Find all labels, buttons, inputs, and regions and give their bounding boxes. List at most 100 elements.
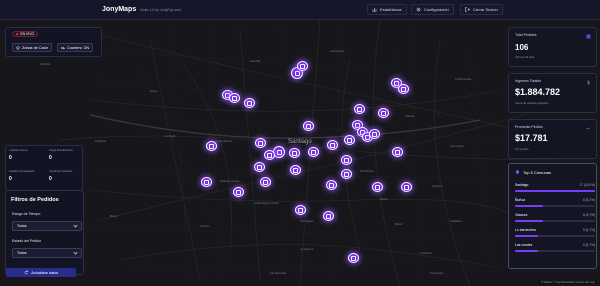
trend-up-icon bbox=[586, 127, 591, 130]
top5-row-value: 6 (5,7%) bbox=[582, 198, 595, 202]
top5-title: Top 5 Comunas bbox=[523, 170, 552, 175]
order-marker[interactable] bbox=[372, 182, 383, 192]
filters-panel: Filtros de Pedidos Rango de Tiempo Todos… bbox=[5, 190, 84, 275]
top-bar: JonyMaps Nuke 1.0 by JonyPop.com bbox=[0, 0, 600, 20]
heat-zones-button[interactable]: Zonas de Calor bbox=[12, 43, 52, 52]
stat-checkouts-started: Checkouts Iniciados 0 bbox=[49, 170, 85, 182]
nav-statistics-button[interactable]: Estadísticas bbox=[367, 4, 407, 15]
brand-subtitle: Nuke 1.0 by JonyPop.com bbox=[140, 7, 182, 12]
order-marker[interactable] bbox=[303, 121, 314, 131]
gear-icon bbox=[416, 7, 421, 12]
live-badge-label: EN VIVO bbox=[20, 32, 35, 36]
nav-logout-button[interactable]: Cerrar Sesión bbox=[460, 4, 503, 15]
nav-label: Cerrar Sesión bbox=[473, 7, 498, 12]
map-place-label: La Cisterna bbox=[300, 248, 314, 251]
order-marker[interactable] bbox=[401, 182, 412, 192]
truck-icon bbox=[61, 46, 65, 49]
map-place-label: Cerrillos bbox=[200, 225, 210, 228]
top5-row-bar bbox=[515, 190, 595, 192]
map-place-label: Renca bbox=[150, 90, 158, 93]
order-marker[interactable] bbox=[354, 104, 365, 114]
top5-row-bar-fill bbox=[515, 220, 543, 222]
status-select-value: Todos bbox=[17, 251, 27, 255]
order-marker[interactable] bbox=[289, 148, 300, 158]
stat-value: 0 bbox=[49, 155, 52, 161]
stat-value: 0 bbox=[9, 176, 12, 182]
order-marker[interactable] bbox=[295, 205, 306, 215]
nav-label: Estadísticas bbox=[380, 7, 402, 12]
order-marker[interactable] bbox=[255, 138, 266, 148]
order-marker[interactable] bbox=[233, 187, 244, 197]
card-title: Promedio Pedido bbox=[515, 125, 543, 129]
top5-row: Vitacura 6 (5,7%) bbox=[515, 213, 595, 222]
nav-settings-button[interactable]: Configuración bbox=[411, 4, 454, 15]
order-marker[interactable] bbox=[344, 135, 355, 145]
couriers-toggle-button[interactable]: Couriers: ON bbox=[57, 43, 94, 52]
order-marker[interactable] bbox=[326, 180, 337, 190]
top5-row-bar-fill bbox=[515, 250, 539, 252]
top5-row-bar-fill bbox=[515, 190, 595, 192]
live-dot-icon bbox=[16, 32, 19, 36]
status-label: Estado del Pedido bbox=[12, 239, 42, 243]
range-select-value: Todos bbox=[17, 224, 27, 228]
top5-row: Santiago 17 (16,0%) bbox=[515, 183, 595, 192]
top5-row: Lo barnechea 5 (4,7%) bbox=[515, 228, 595, 237]
order-marker[interactable] bbox=[341, 155, 352, 165]
top5-row-bar bbox=[515, 235, 595, 237]
order-marker[interactable] bbox=[290, 165, 301, 175]
stat-label: Pedidos Completados bbox=[9, 170, 35, 173]
order-marker[interactable] bbox=[229, 93, 240, 103]
map-place-label: La Reina bbox=[432, 185, 443, 188]
brand-title: JonyMaps bbox=[102, 6, 137, 13]
card-title: Total Pedidos bbox=[515, 33, 537, 37]
order-marker[interactable] bbox=[378, 108, 389, 118]
top5-row-bar bbox=[515, 220, 595, 222]
stat-value: 0 bbox=[49, 176, 52, 182]
order-marker[interactable] bbox=[297, 61, 308, 71]
logout-icon bbox=[465, 7, 470, 12]
stat-label: Cadetes Activos bbox=[9, 149, 28, 152]
map-place-label: Macul bbox=[395, 223, 402, 226]
order-marker[interactable] bbox=[260, 177, 271, 187]
map-place-label: Lo Prado bbox=[165, 135, 176, 138]
order-marker[interactable] bbox=[244, 98, 255, 108]
stat-value: 0 bbox=[9, 155, 12, 161]
order-marker[interactable] bbox=[398, 84, 409, 94]
map-place-label: Peñalolén bbox=[450, 220, 462, 223]
top5-row: Las condes 5 (4,7%) bbox=[515, 243, 595, 252]
map-place-label: Puente Alto bbox=[430, 272, 444, 275]
top5-panel: Top 5 Comunas Santiago 17 (16,0%) Ñuñoa 6 (… bbox=[508, 163, 597, 269]
nav-label: Configuración bbox=[424, 7, 449, 12]
card-title: Ingresos Totales bbox=[515, 79, 542, 83]
dollar-icon bbox=[587, 80, 590, 85]
map-place-label: Quilicura bbox=[40, 63, 51, 66]
order-marker[interactable] bbox=[264, 150, 275, 160]
map-place-label: Pedro Aguirre Cerda bbox=[255, 202, 279, 205]
status-select[interactable]: Todos bbox=[12, 248, 82, 258]
layers-icon bbox=[16, 45, 20, 50]
order-marker[interactable] bbox=[308, 147, 319, 157]
card-caption: Por pedido bbox=[515, 147, 529, 151]
refresh-button[interactable]: Actualizar datos bbox=[6, 268, 76, 277]
chart-icon bbox=[372, 8, 377, 12]
stat-label: Cargo Abandonados bbox=[49, 149, 73, 152]
order-marker[interactable] bbox=[348, 253, 359, 263]
card-value: $1.884.782 bbox=[515, 87, 561, 97]
order-marker[interactable] bbox=[327, 140, 338, 150]
card-value: $17.781 bbox=[515, 133, 548, 143]
map-attribution[interactable]: © Mapbox © OpenStreetMap Improve this ma… bbox=[538, 281, 597, 284]
top5-row-value: 5 (4,7%) bbox=[582, 243, 595, 247]
order-marker[interactable] bbox=[392, 147, 403, 157]
order-marker[interactable] bbox=[201, 177, 212, 187]
top5-row-value: 5 (4,7%) bbox=[582, 228, 595, 232]
order-marker[interactable] bbox=[206, 141, 217, 151]
card-caption: Suma de pedidos pagados bbox=[515, 101, 549, 105]
top5-row: Ñuñoa 6 (5,7%) bbox=[515, 198, 595, 207]
range-select[interactable]: Todos bbox=[12, 221, 82, 231]
order-marker[interactable] bbox=[341, 169, 352, 179]
order-marker[interactable] bbox=[254, 162, 265, 172]
average-order-card: Promedio Pedido $17.781 Por pedido bbox=[508, 119, 597, 159]
order-marker[interactable] bbox=[369, 129, 380, 139]
order-marker[interactable] bbox=[323, 211, 334, 221]
top5-row-bar bbox=[515, 250, 595, 252]
